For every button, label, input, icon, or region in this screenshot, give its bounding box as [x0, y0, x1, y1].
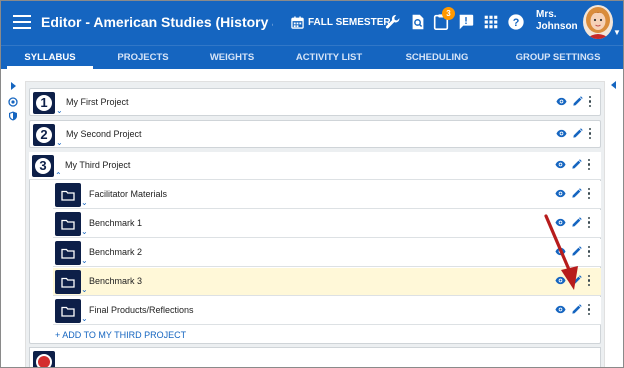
row-actions — [555, 159, 591, 170]
tab-bar: SYLLABUS PROJECTS WEIGHTS ACTIVITY LIST … — [1, 45, 623, 69]
project-row[interactable]: 2 ⌄ My Second Project — [29, 120, 601, 148]
tab-projects[interactable]: PROJECTS — [99, 46, 187, 69]
chevron-down-icon[interactable]: ⌄ — [81, 315, 88, 323]
project-title: My First Project — [66, 97, 129, 107]
folder-badge — [55, 212, 81, 236]
subitem-row[interactable]: ⌄ Benchmark 2 — [53, 239, 601, 267]
more-vertical-icon[interactable] — [588, 128, 592, 139]
folder-badge — [55, 270, 81, 294]
chevron-up-icon[interactable]: ⌃ — [55, 172, 62, 180]
tab-weights[interactable]: WEIGHTS — [187, 46, 277, 69]
project-number-badge: 1 — [33, 92, 55, 114]
folder-badge — [55, 241, 81, 265]
folder-icon — [61, 277, 75, 288]
hamburger-icon[interactable] — [13, 15, 31, 29]
svg-text:?: ? — [513, 17, 520, 29]
subitem-title: Facilitator Materials — [89, 189, 168, 199]
tab-group-settings[interactable]: GROUP SETTINGS — [493, 46, 623, 69]
search-document-icon[interactable] — [409, 13, 427, 31]
chevron-down-icon[interactable]: ⌄ — [81, 199, 88, 207]
row-actions — [555, 304, 591, 315]
user-portrait-icon — [583, 5, 613, 39]
subitem-title: Benchmark 3 — [89, 276, 143, 286]
eye-icon[interactable] — [556, 96, 567, 107]
project-title: My Third Project — [65, 160, 131, 170]
pencil-icon[interactable] — [571, 188, 582, 199]
more-vertical-icon[interactable] — [587, 246, 591, 257]
folder-icon — [61, 219, 75, 230]
row-actions — [556, 128, 592, 139]
subitem-title: Benchmark 2 — [89, 247, 143, 257]
app-window: Editor - American Studies (History and L… — [0, 0, 624, 368]
project-row[interactable]: 1 ⌄ My First Project — [29, 88, 601, 116]
wrench-icon[interactable] — [384, 13, 402, 31]
pencil-icon[interactable] — [571, 159, 582, 170]
subitem-row-highlighted[interactable]: ⌄ Benchmark 3 — [53, 268, 601, 296]
chevron-down-icon[interactable]: ⌄ — [56, 107, 63, 115]
eye-icon[interactable] — [555, 304, 566, 315]
subitem-row[interactable]: ⌄ Benchmark 1 — [53, 210, 601, 238]
folder-badge — [55, 183, 81, 207]
help-icon[interactable]: ? — [507, 13, 525, 31]
folder-icon — [61, 306, 75, 317]
tab-syllabus[interactable]: SYLLABUS — [1, 46, 99, 69]
notification-badge: 3 — [442, 7, 455, 20]
chevron-down-icon[interactable]: ⌄ — [81, 286, 88, 294]
project-title: My Second Project — [66, 129, 142, 139]
subitem-row[interactable]: ⌄ Final Products/Reflections — [53, 297, 601, 325]
add-to-project-link[interactable]: + ADD TO MY THIRD PROJECT — [55, 330, 186, 340]
eye-icon[interactable] — [556, 128, 567, 139]
eye-icon[interactable] — [555, 159, 566, 170]
tab-scheduling[interactable]: SCHEDULING — [381, 46, 493, 69]
semester-selector[interactable]: FALL SEMESTER — [291, 12, 391, 32]
more-vertical-icon[interactable] — [587, 304, 591, 315]
pencil-icon[interactable] — [572, 128, 583, 139]
page-title: Editor - American Studies (History and L… — [41, 14, 273, 30]
pencil-icon[interactable] — [571, 304, 582, 315]
folder-badge — [55, 299, 81, 323]
row-actions — [556, 96, 592, 107]
subitem-title: Final Products/Reflections — [89, 305, 194, 315]
annotation-arrow — [544, 214, 578, 290]
more-vertical-icon[interactable] — [588, 96, 592, 107]
pencil-icon[interactable] — [572, 96, 583, 107]
row-actions — [555, 188, 591, 199]
chevron-down-icon[interactable]: ⌄ — [56, 139, 63, 147]
project-row-partial[interactable] — [29, 347, 601, 367]
user-name[interactable]: Mrs. Johnson — [536, 9, 580, 33]
eye-icon[interactable] — [555, 188, 566, 199]
chat-alert-icon[interactable] — [457, 13, 475, 31]
chevron-down-icon[interactable]: ⌄ — [81, 228, 88, 236]
left-sidebar — [1, 69, 25, 367]
calendar-icon — [291, 15, 304, 29]
folder-icon — [61, 190, 75, 201]
avatar[interactable] — [583, 5, 613, 39]
more-vertical-icon[interactable] — [587, 159, 591, 170]
folder-icon — [61, 248, 75, 259]
chevron-down-icon[interactable]: ▼ — [613, 28, 621, 37]
target-icon[interactable] — [8, 97, 18, 107]
expand-right-icon[interactable] — [8, 81, 18, 91]
more-vertical-icon[interactable] — [587, 188, 591, 199]
collapse-left-icon[interactable] — [609, 80, 617, 90]
project-icon — [33, 351, 55, 367]
project-number-badge: 3 — [32, 155, 54, 177]
more-vertical-icon[interactable] — [587, 217, 591, 228]
top-app-bar: Editor - American Studies (History and L… — [1, 1, 623, 45]
semester-label: FALL SEMESTER — [308, 16, 391, 28]
shield-icon[interactable] — [8, 111, 18, 121]
subitem-title: Benchmark 1 — [89, 218, 143, 228]
project-row[interactable]: 3 ⌃ My Third Project — [29, 152, 601, 180]
tab-activity-list[interactable]: ACTIVITY LIST — [277, 46, 381, 69]
more-vertical-icon[interactable] — [587, 275, 591, 286]
apps-grid-icon[interactable] — [482, 13, 500, 31]
chevron-down-icon[interactable]: ⌄ — [81, 257, 88, 265]
subitem-row[interactable]: ⌄ Facilitator Materials — [53, 181, 601, 209]
project-number-badge: 2 — [33, 124, 55, 146]
